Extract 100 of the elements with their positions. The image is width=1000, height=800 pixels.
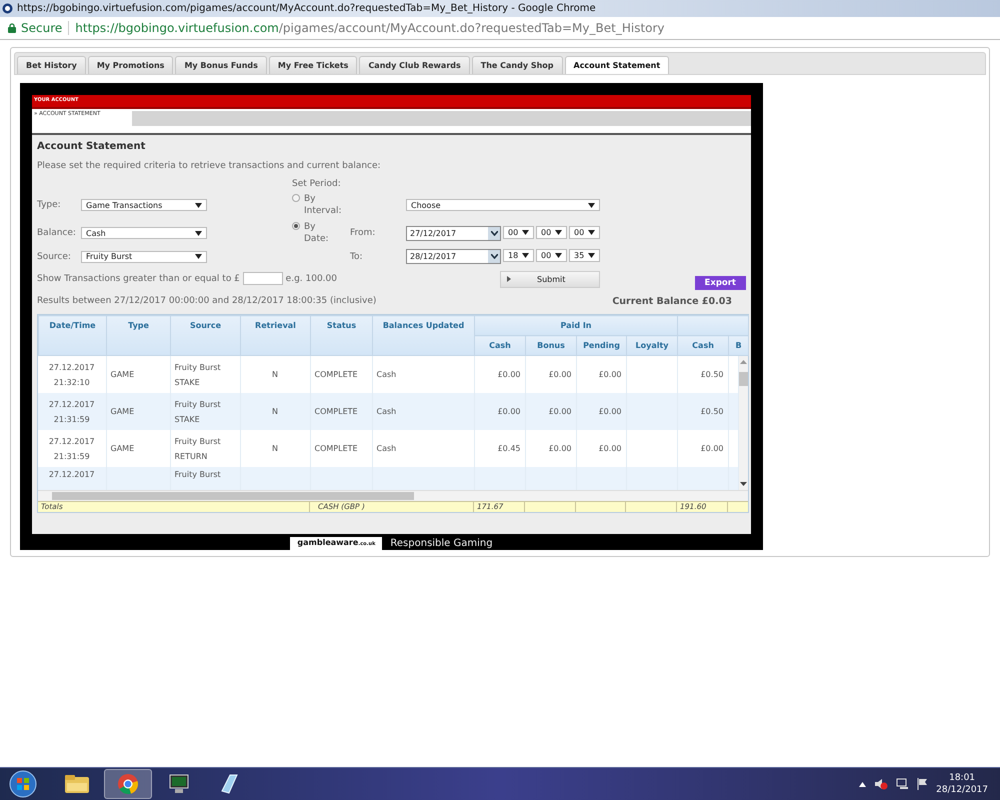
minute-select[interactable]: 00 [536,249,567,262]
column-header: Type [106,316,170,356]
show-hidden-icon[interactable] [859,782,866,786]
clock[interactable]: 18:01 28/12/2017 [936,772,988,796]
table-cell: £0.45 [498,444,520,453]
time-text: 21:32:10 [54,378,90,386]
date-text: 27.12.2017 [48,436,95,446]
section-title: Account Statement [37,141,146,152]
source-text: Fruity Burst [174,470,222,479]
table-cell: £0.00 [700,444,724,453]
address-field[interactable]: https://bgobingo.virtuefusion.com/pigames/account/MyAccount.do?requestedTab=My_Bet_History [75,21,665,35]
table-cell: £0.00 [548,444,572,453]
flag-icon[interactable] [917,778,928,790]
balance-select[interactable]: Cash [81,227,207,239]
source-text: Fruity Burst [174,400,222,408]
table-cell: £0.00 [598,407,622,416]
tab[interactable]: My Bonus Funds [175,56,267,74]
table-cell: £0.00 [548,370,572,379]
column-header: Balances Updated [372,316,474,356]
type-select[interactable]: Game Transactions [81,199,207,211]
tab[interactable]: Bet History [17,56,86,74]
amount-field[interactable] [242,272,283,286]
source-detail: RETURN [174,452,208,460]
table-cell: COMPLETE [314,444,358,453]
column-header: Paid In [474,316,678,336]
current-balance: Current Balance £0.03 [612,296,732,307]
horizontal-scrollbar[interactable] [38,490,748,501]
table-cell: Cash [376,370,396,379]
tab[interactable]: The Candy Shop [472,56,562,74]
lock-icon [8,23,16,33]
browser-icon [2,3,13,14]
minute-select[interactable]: 00 [536,226,567,238]
source-text: Fruity Burst [174,362,222,372]
column-header: Source [170,316,240,356]
table-cell: £0.00 [498,370,520,379]
date-text: 27.12.2017 [48,470,95,479]
tab[interactable]: My Promotions [88,56,174,74]
table-cell: GAME [110,444,134,453]
column-header: Date/Time [38,316,106,356]
column-header: Cash [678,336,729,356]
hour-select[interactable]: 00 [503,226,534,238]
field-label: From: [350,228,376,238]
table-cell: N [272,370,278,379]
table-cell: N [272,407,278,416]
interval-select[interactable]: Choose [406,199,600,211]
time-text: 21:31:59 [54,414,90,424]
field-label: Type: [37,200,62,210]
table-cell: £0.50 [700,370,724,379]
caret-icon [195,254,202,259]
radio-button[interactable] [292,222,300,230]
table-cell: £0.00 [548,407,572,416]
date-field[interactable]: 27/12/2017 [406,226,501,240]
table-cell: £0.50 [700,407,724,416]
table-row[interactable]: 27.12.2017 Fruity Burst [38,467,738,490]
results-summary: Results between 27/12/2017 00:00:00 and 28/12/2017 18:00:35 (inclusive) [37,296,376,307]
footer-text: Responsible Gaming [390,538,493,548]
scroll-down-icon[interactable] [740,482,747,486]
tab[interactable]: Candy Club Rewards [359,56,470,74]
submit-button[interactable]: Submit [500,270,600,288]
table-row[interactable]: 27.12.2017 21:31:59 GAME Fruity Burst STAKE N COMPLETE Cash £0.00 £0.00 £0.00 £0.50 [38,393,738,430]
secure-label: Secure [21,21,62,35]
source-text: Fruity Burst [174,436,222,446]
date-field[interactable]: 28/12/2017 [406,249,501,264]
field-label: To: [350,252,364,262]
column-header: Retrieval [240,316,310,356]
caret-icon [195,202,202,208]
caret-icon [522,230,529,234]
column-header: Cash [474,336,526,356]
hour-select[interactable]: 18 [503,249,534,262]
source-select[interactable]: Fruity Burst [81,250,207,262]
field-label: Set Period: [292,179,342,189]
table-cell: GAME [110,407,134,416]
instructions-text: Please set the required criteria to retrieve transactions and current balance: [37,161,382,171]
field-label: Show Transactions greater than or equal to £ [37,274,240,284]
table-cell: Cash [376,444,396,453]
speaker-muted-icon[interactable] [874,778,888,790]
chevron-icon [490,254,498,259]
caret-icon [588,230,595,234]
tab[interactable]: My Free Tickets [268,56,358,74]
caret-icon [588,202,595,208]
table-cell: COMPLETE [314,407,358,416]
field-label: Source: [37,252,72,262]
field-label: Balance: [37,228,77,238]
table-cell: Cash [376,407,396,416]
second-select[interactable]: 35 [569,249,600,262]
date-text: 27.12.2017 [48,362,95,372]
table-cell: COMPLETE [314,370,358,379]
network-icon[interactable] [896,778,910,790]
tab[interactable]: Account Statement [564,56,670,74]
caret-icon [555,253,562,258]
export-button[interactable]: Export [694,276,746,290]
caret-icon [522,253,529,258]
second-select[interactable]: 00 [569,226,600,238]
radio-button[interactable] [292,194,300,202]
scroll-up-icon[interactable] [740,360,747,364]
table-cell: £0.00 [598,444,622,453]
play-icon [507,276,511,282]
scroll-thumb[interactable] [52,492,414,500]
table-cell: £0.00 [498,407,520,416]
time-text: 21:31:59 [54,452,90,460]
